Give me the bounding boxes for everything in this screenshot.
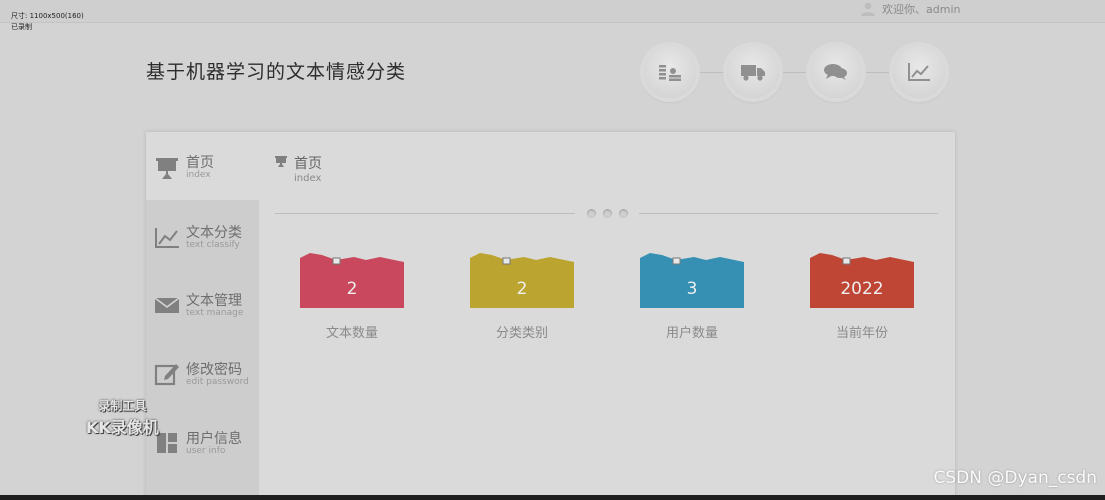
- quick-nav-coins[interactable]: [644, 46, 696, 98]
- bottom-strip: [0, 495, 1105, 500]
- divider-dot: [603, 209, 612, 218]
- recorder-info: 尺寸: 1100x500(160) 已录制: [11, 11, 84, 33]
- divider-line: [639, 213, 938, 214]
- stat-label: 分类类别: [495, 326, 548, 341]
- sidebar-item-text-classify[interactable]: 文本分类 text classify: [146, 202, 259, 270]
- nav-connector: [862, 72, 893, 73]
- breadcrumb-subtitle: index: [294, 173, 322, 184]
- sidebar-item-sublabel: user info: [186, 446, 226, 456]
- stat-value: 3: [686, 279, 698, 299]
- quick-nav-chat[interactable]: [810, 46, 862, 98]
- sidebar-item-label: 文本分类: [186, 225, 242, 241]
- watermark-line-1: 录制工具: [98, 399, 147, 413]
- divider-dot: [619, 209, 628, 218]
- sidebar-item-sublabel: text manage: [186, 308, 244, 318]
- stat-label: 当前年份: [835, 326, 888, 341]
- sidebar-item-label: 文本管理: [186, 293, 242, 309]
- breadcrumb-title: 首页: [294, 156, 322, 172]
- stat-value: 2: [516, 279, 528, 299]
- stat-value: 2022: [840, 279, 884, 299]
- coins-icon: [659, 65, 681, 81]
- sidebar-item-label: 首页: [186, 155, 214, 171]
- nav-connector: [779, 72, 810, 73]
- nav-connector: [696, 72, 727, 73]
- stat-label: 用户数量: [665, 326, 718, 341]
- sidebar-item-edit-password[interactable]: 修改密码 edit password: [146, 339, 259, 407]
- envelope-icon: [154, 297, 180, 313]
- main-panel: 首页 index 文本分类 text classify 文本管理 text ma…: [146, 132, 955, 500]
- csdn-credit: CSDN @Dyan_csdn: [933, 468, 1097, 488]
- welcome-area[interactable]: 欢迎你、admin: [860, 1, 960, 17]
- chat-icon: [824, 64, 847, 80]
- edit-icon: [154, 364, 179, 386]
- page-title: 基于机器学习的文本情感分类: [146, 61, 407, 83]
- sidebar-item-sublabel: text classify: [186, 240, 240, 250]
- truck-icon: [741, 65, 765, 81]
- stat-card-user-count[interactable]: 3 用户数量: [640, 252, 744, 341]
- sidebar-item-sublabel: index: [186, 170, 211, 180]
- line-chart-icon: [908, 63, 930, 81]
- sidebar: 首页 index 文本分类 text classify 文本管理 text ma…: [146, 132, 259, 500]
- recorder-watermark: 录制工具 KK录像机: [86, 397, 159, 438]
- stat-label: 文本数量: [325, 326, 378, 341]
- presentation-icon: [275, 156, 287, 167]
- recorder-line-1: 尺寸: 1100x500(160): [11, 12, 84, 20]
- stat-value: 2: [346, 279, 358, 299]
- sidebar-item-index[interactable]: 首页 index: [146, 132, 259, 200]
- user-icon: [861, 2, 875, 16]
- sidebar-item-label: 修改密码: [186, 362, 242, 378]
- stat-card-text-count[interactable]: 2 文本数量: [300, 252, 404, 341]
- welcome-text: 欢迎你、admin: [882, 3, 961, 16]
- sidebar-item-sublabel: edit password: [186, 377, 249, 387]
- quick-nav-truck[interactable]: [727, 46, 779, 98]
- divider-dot: [587, 209, 596, 218]
- recorder-line-2: 已录制: [11, 23, 32, 31]
- stat-card-current-year[interactable]: 2022 当前年份: [810, 252, 914, 341]
- sidebar-item-text-manage[interactable]: 文本管理 text manage: [146, 270, 259, 338]
- watermark-line-2: KK录像机: [86, 418, 159, 437]
- stat-card-category-count[interactable]: 2 分类类别: [470, 252, 574, 341]
- divider-line: [275, 213, 575, 214]
- line-chart-icon: [155, 228, 179, 248]
- sidebar-item-user-info[interactable]: 用户信息 user info: [146, 408, 259, 476]
- sidebar-item-label: 用户信息: [186, 431, 242, 447]
- quick-nav-chart[interactable]: [893, 46, 945, 98]
- presentation-icon: [156, 158, 178, 179]
